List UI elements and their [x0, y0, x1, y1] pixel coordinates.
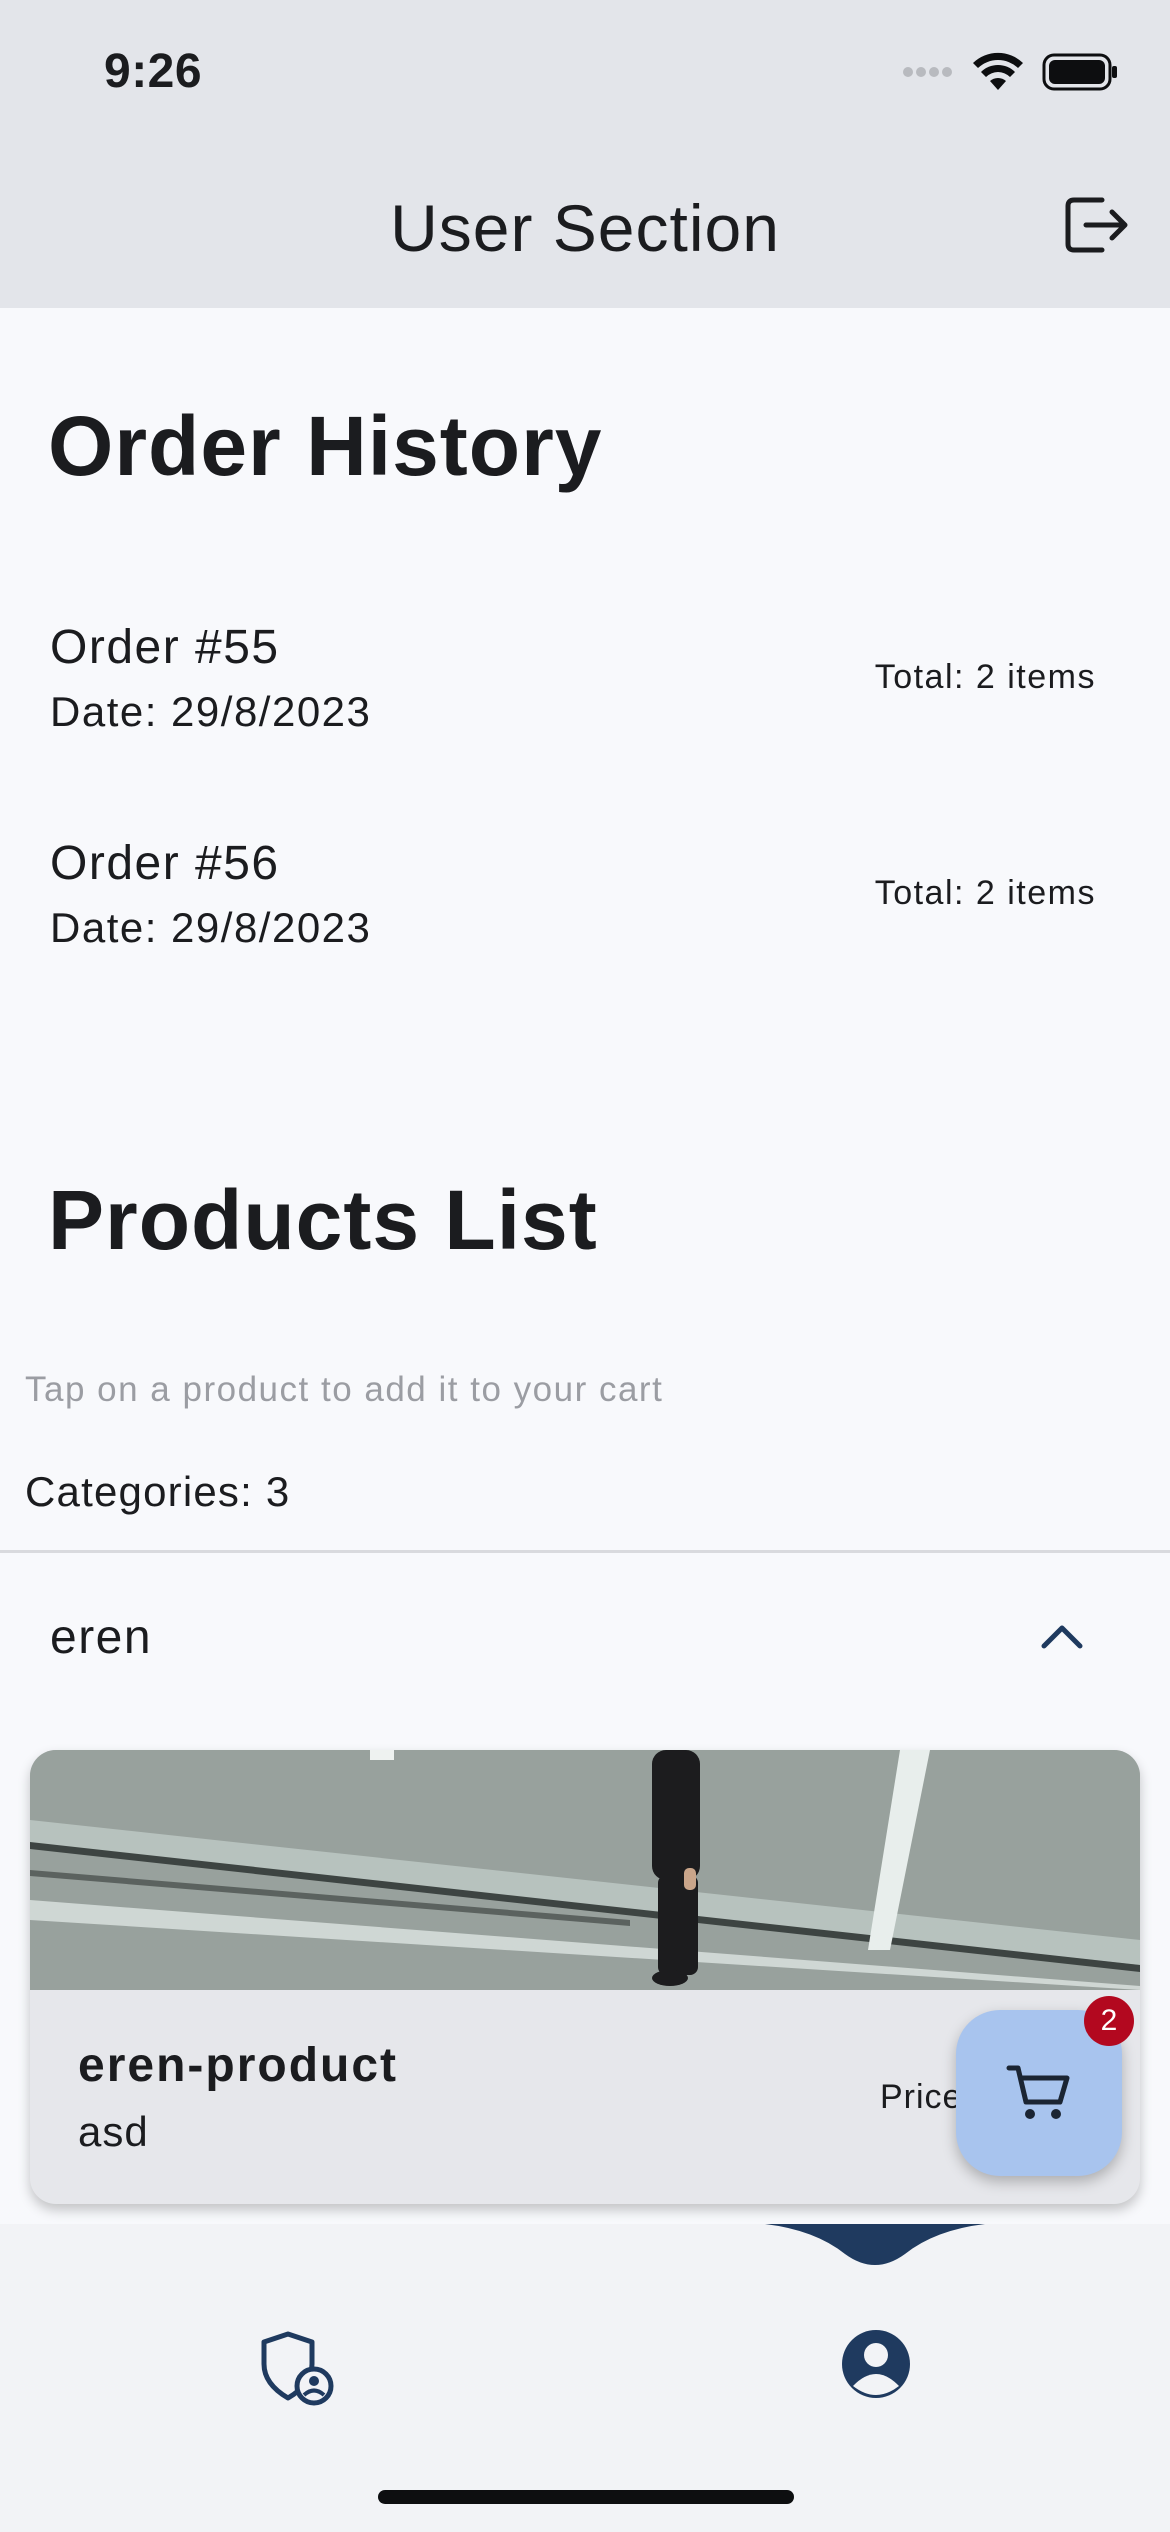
battery-icon	[1042, 53, 1117, 91]
categories-count: Categories: 3	[25, 1468, 291, 1515]
active-tab-indicator	[765, 2224, 985, 2265]
product-price: Price	[880, 2078, 963, 2116]
products-list-title: Products List	[48, 1173, 598, 1267]
app-bar: 9:26 User Section	[0, 0, 1170, 308]
divider	[0, 1550, 1170, 1553]
order-row[interactable]: Order #55 Date: 29/8/2023 Total: 2 items	[0, 620, 1170, 770]
bottom-navigation	[0, 2224, 1170, 2532]
status-time: 9:26	[104, 45, 203, 98]
home-indicator	[378, 2490, 794, 2504]
logout-icon[interactable]	[1062, 192, 1132, 258]
user-account-icon[interactable]	[840, 2328, 912, 2400]
order-title: Order #55	[50, 621, 280, 674]
order-history-title: Order History	[48, 399, 603, 493]
page-title: User Section	[390, 191, 780, 265]
chevron-up-icon	[1041, 1625, 1083, 1649]
product-image	[30, 1750, 1140, 1990]
wifi-icon	[973, 52, 1023, 90]
product-description: asd	[78, 2108, 149, 2155]
order-date: Date: 29/8/2023	[50, 904, 372, 951]
products-hint: Tap on a product to add it to your cart	[25, 1370, 664, 1409]
status-icons	[902, 52, 1118, 92]
order-row[interactable]: Order #56 Date: 29/8/2023 Total: 2 items	[0, 836, 1170, 986]
cart-badge: 2	[1084, 1996, 1134, 2046]
order-title: Order #56	[50, 837, 280, 890]
order-total: Total: 2 items	[874, 658, 1096, 696]
cart-icon	[1006, 2065, 1070, 2119]
product-name: eren-product	[78, 2039, 399, 2092]
category-name: eren	[50, 1611, 153, 1664]
signal-icon	[903, 67, 952, 77]
order-date: Date: 29/8/2023	[50, 688, 372, 735]
order-total: Total: 2 items	[874, 874, 1096, 912]
category-header-eren[interactable]: eren	[0, 1560, 1170, 1710]
admin-shield-icon[interactable]	[258, 2328, 338, 2408]
